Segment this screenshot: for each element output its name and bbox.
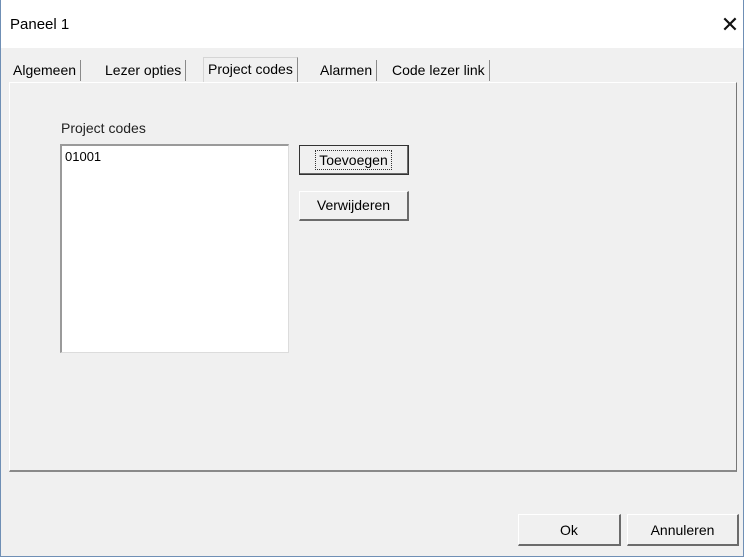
project-codes-list[interactable]: 01001: [60, 144, 289, 353]
ok-button[interactable]: Ok: [518, 514, 621, 546]
tab-panel: Project codes 01001 Toevoegen Verwijdere…: [9, 82, 737, 472]
tab-algemeen[interactable]: Algemeen: [9, 60, 82, 81]
add-button-label: Toevoegen: [315, 150, 392, 170]
close-icon[interactable]: ✕: [717, 12, 743, 38]
title-bar: Paneel 1 ✕: [1, 0, 743, 48]
tab-project-codes[interactable]: Project codes: [203, 57, 298, 83]
tab-code-lezer-link[interactable]: Code lezer link: [388, 60, 490, 81]
list-item[interactable]: 01001: [65, 149, 101, 164]
ok-button-label: Ok: [560, 522, 578, 538]
remove-button-label: Verwijderen: [316, 197, 391, 213]
cancel-button[interactable]: Annuleren: [627, 514, 739, 546]
remove-button[interactable]: Verwijderen: [299, 191, 409, 221]
tab-lezer-opties[interactable]: Lezer opties: [101, 60, 187, 81]
project-codes-label: Project codes: [61, 120, 146, 136]
dialog-window: Paneel 1 ✕ Algemeen Lezer opties Project…: [0, 0, 744, 557]
tab-alarmen[interactable]: Alarmen: [316, 60, 378, 81]
add-button[interactable]: Toevoegen: [299, 145, 409, 175]
cancel-button-label: Annuleren: [650, 522, 715, 538]
window-title: Paneel 1: [10, 16, 70, 33]
